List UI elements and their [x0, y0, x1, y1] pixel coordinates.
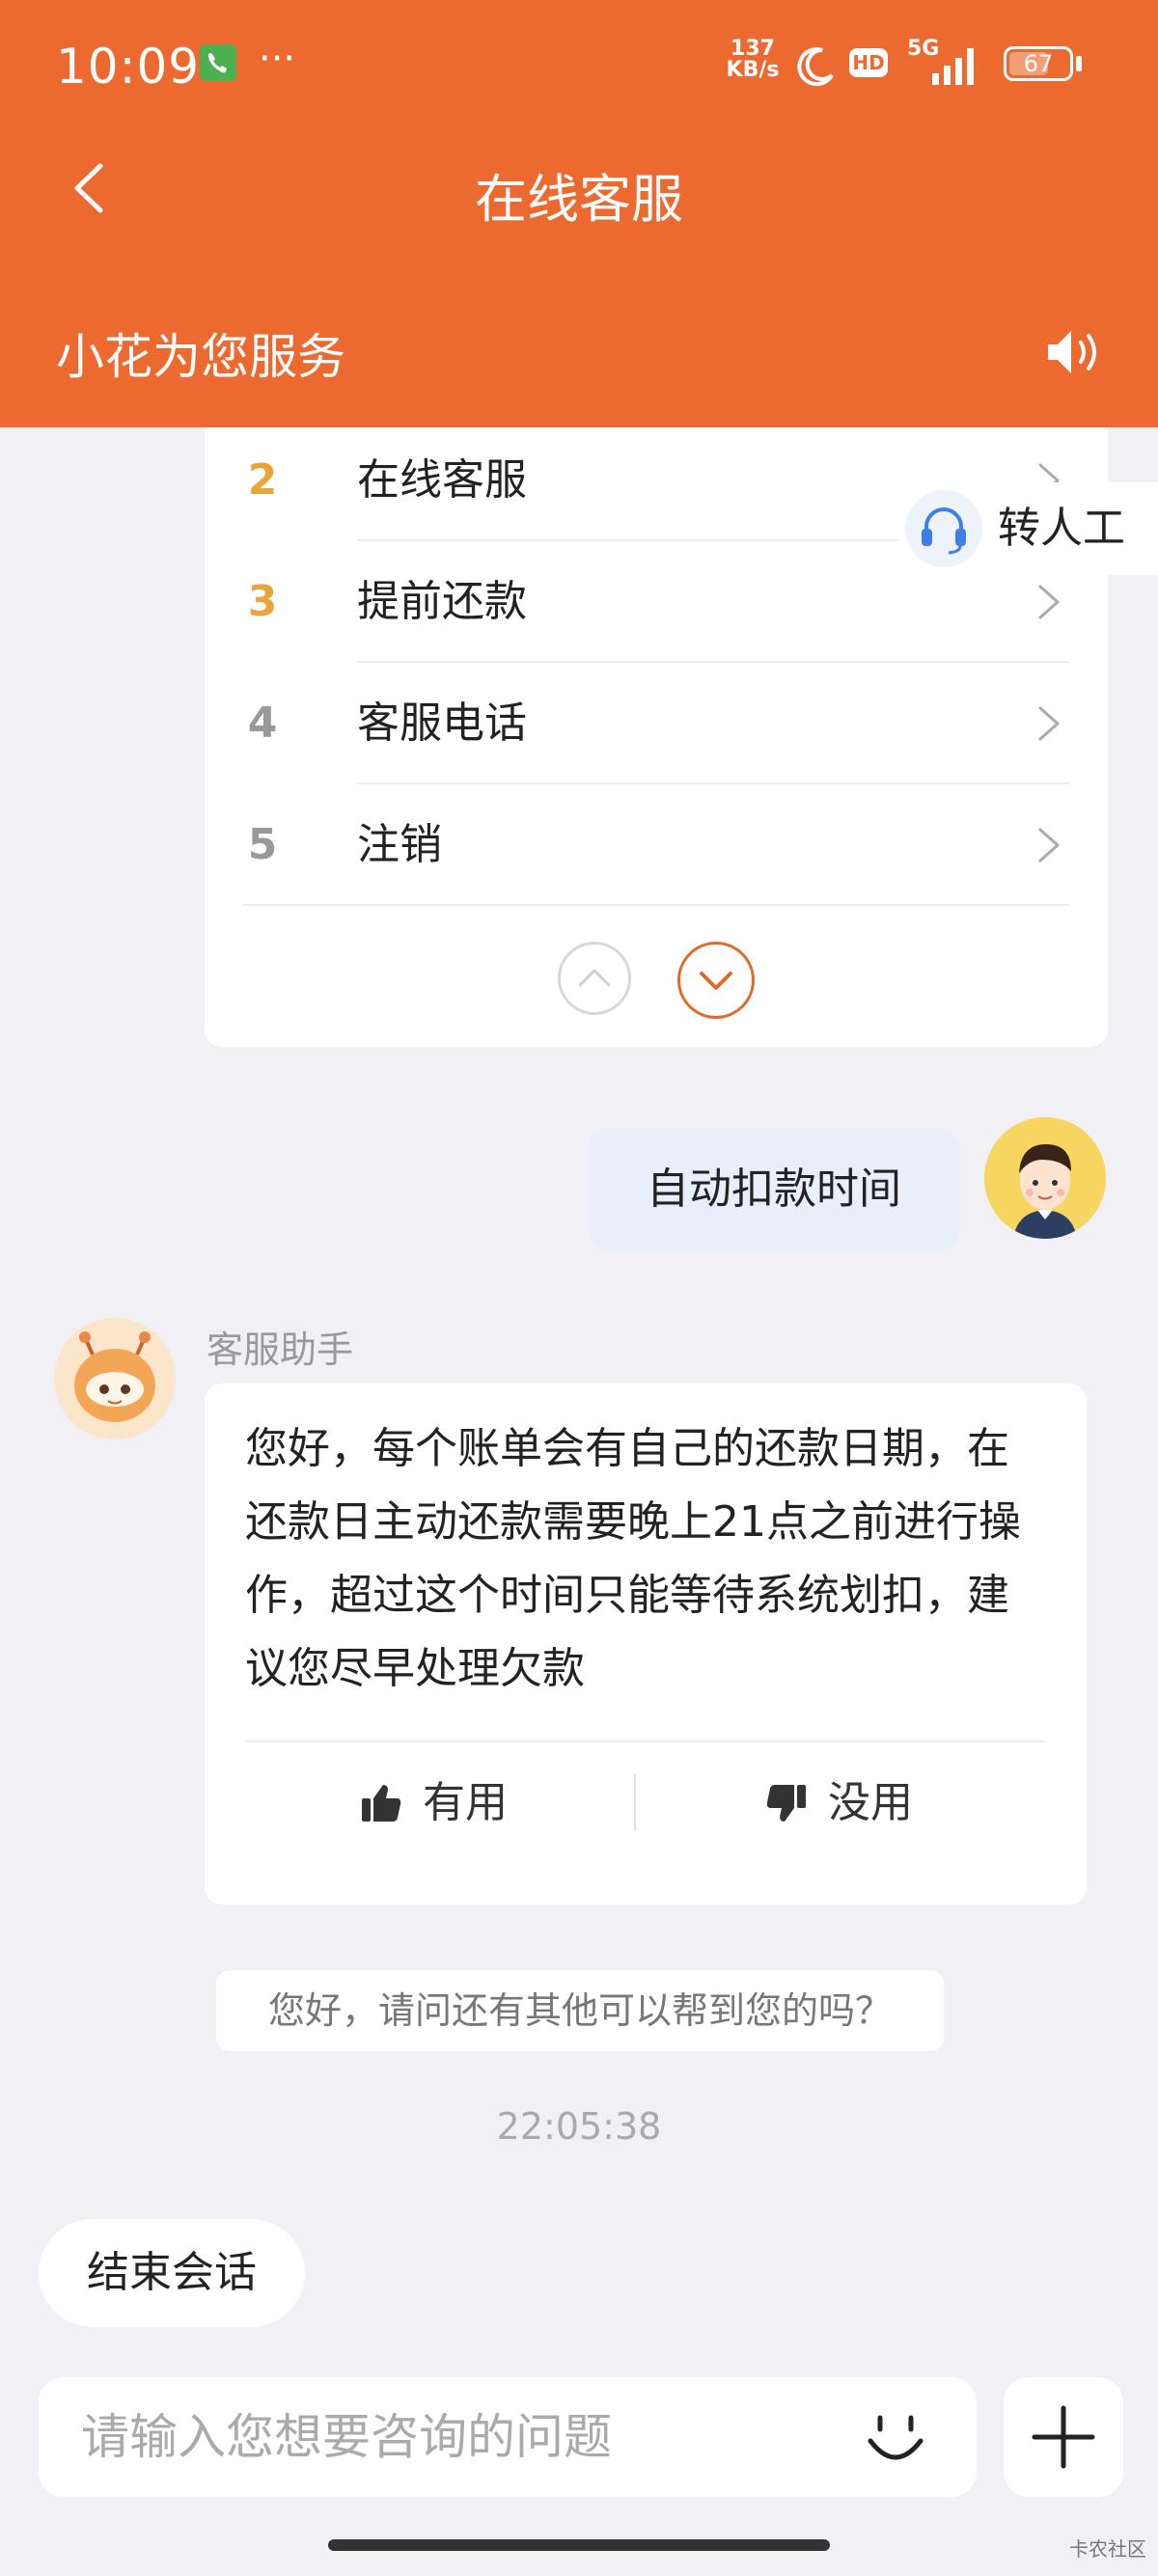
do-not-disturb-moon-icon: [797, 47, 834, 87]
message-timestamp: 22:05:38: [496, 2105, 662, 2148]
chevron-right-icon: [1038, 585, 1060, 619]
chevron-right-icon: [1038, 706, 1060, 741]
hd-badge: HD: [849, 48, 888, 77]
transfer-to-agent-button[interactable]: 转人工: [897, 482, 1158, 575]
input-bar: [39, 2377, 977, 2497]
header: 10:09 ··· 137 KB/s HD 5G 67 在线客服 小花为您服务: [0, 0, 1158, 427]
useful-button[interactable]: 有用: [359, 1760, 552, 1847]
useful-label: 有用: [423, 1778, 508, 1827]
bot-avatar: [54, 1318, 176, 1439]
bot-name: 客服助手: [207, 1329, 354, 1371]
headset-icon: [905, 490, 982, 567]
menu-item-label: 客服电话: [357, 699, 527, 748]
user-avatar: [984, 1117, 1106, 1239]
divider: [243, 904, 1069, 906]
user-message-bubble: 自动扣款时间: [589, 1129, 959, 1250]
battery-cap: [1076, 56, 1082, 71]
chevron-up-icon: [578, 969, 611, 987]
battery-percent: 67: [1023, 50, 1054, 77]
message-input[interactable]: [81, 2377, 834, 2497]
useless-button[interactable]: 没用: [764, 1760, 957, 1847]
menu-item-number: 5: [247, 820, 278, 869]
status-icons: 137 KB/s HD 5G 67: [724, 37, 1090, 96]
status-time: 10:09: [56, 39, 201, 95]
signal-strength-icon: [932, 48, 974, 85]
watermark: 卡农社区: [1069, 2537, 1146, 2561]
page-down-button[interactable]: [677, 942, 755, 1019]
menu-item-cancel-account[interactable]: 5 注销: [243, 784, 1069, 906]
menu-item-service-phone[interactable]: 4 客服电话: [243, 663, 1069, 784]
smiley-icon: [868, 2415, 924, 2460]
transfer-label: 转人工: [998, 504, 1125, 553]
followup-message: 您好，请问还有其他可以帮到您的吗？: [216, 1970, 944, 2051]
chevron-right-icon: [1038, 828, 1060, 863]
end-session-button[interactable]: 结束会话: [39, 2219, 305, 2327]
emoji-button[interactable]: [859, 2402, 932, 2476]
menu-item-label: 提前还款: [357, 577, 527, 626]
service-banner-title: 小花为您服务: [56, 329, 345, 385]
battery-icon: 67: [1004, 46, 1073, 81]
network-speed-unit: KB/s: [726, 58, 780, 82]
page-up-button[interactable]: [558, 942, 631, 1015]
feedback-separator: [634, 1773, 636, 1831]
menu-item-label: 在线客服: [357, 455, 527, 505]
page-title: 在线客服: [475, 169, 683, 230]
thumbs-up-icon: [362, 1785, 401, 1822]
more-notifications-icon: ···: [259, 37, 296, 81]
network-speed-value: 137: [731, 37, 775, 61]
speaker-icon: [1048, 331, 1096, 373]
home-indicator[interactable]: [328, 2539, 830, 2551]
more-actions-button[interactable]: [1004, 2377, 1123, 2497]
thumbs-down-icon: [766, 1785, 806, 1822]
menu-item-label: 注销: [357, 820, 442, 869]
menu-item-number: 4: [247, 699, 278, 748]
phone-call-icon: [200, 44, 236, 81]
useless-label: 没用: [828, 1778, 913, 1827]
chevron-down-icon: [700, 972, 732, 990]
divider: [245, 1740, 1046, 1742]
bot-message-text: 您好，每个账单会有自己的还款日期，在还款日主动还款需要晚上21点之前进行操作，超…: [245, 1424, 1021, 1693]
plus-icon: [1032, 2405, 1095, 2469]
menu-item-number: 2: [247, 455, 278, 505]
bot-message-card: 您好，每个账单会有自己的还款日期，在还款日主动还款需要晚上21点之前进行操作，超…: [205, 1384, 1087, 1905]
speaker-button[interactable]: [1042, 323, 1106, 381]
menu-item-number: 3: [247, 577, 278, 626]
network-speed: 137 KB/s: [724, 39, 782, 81]
